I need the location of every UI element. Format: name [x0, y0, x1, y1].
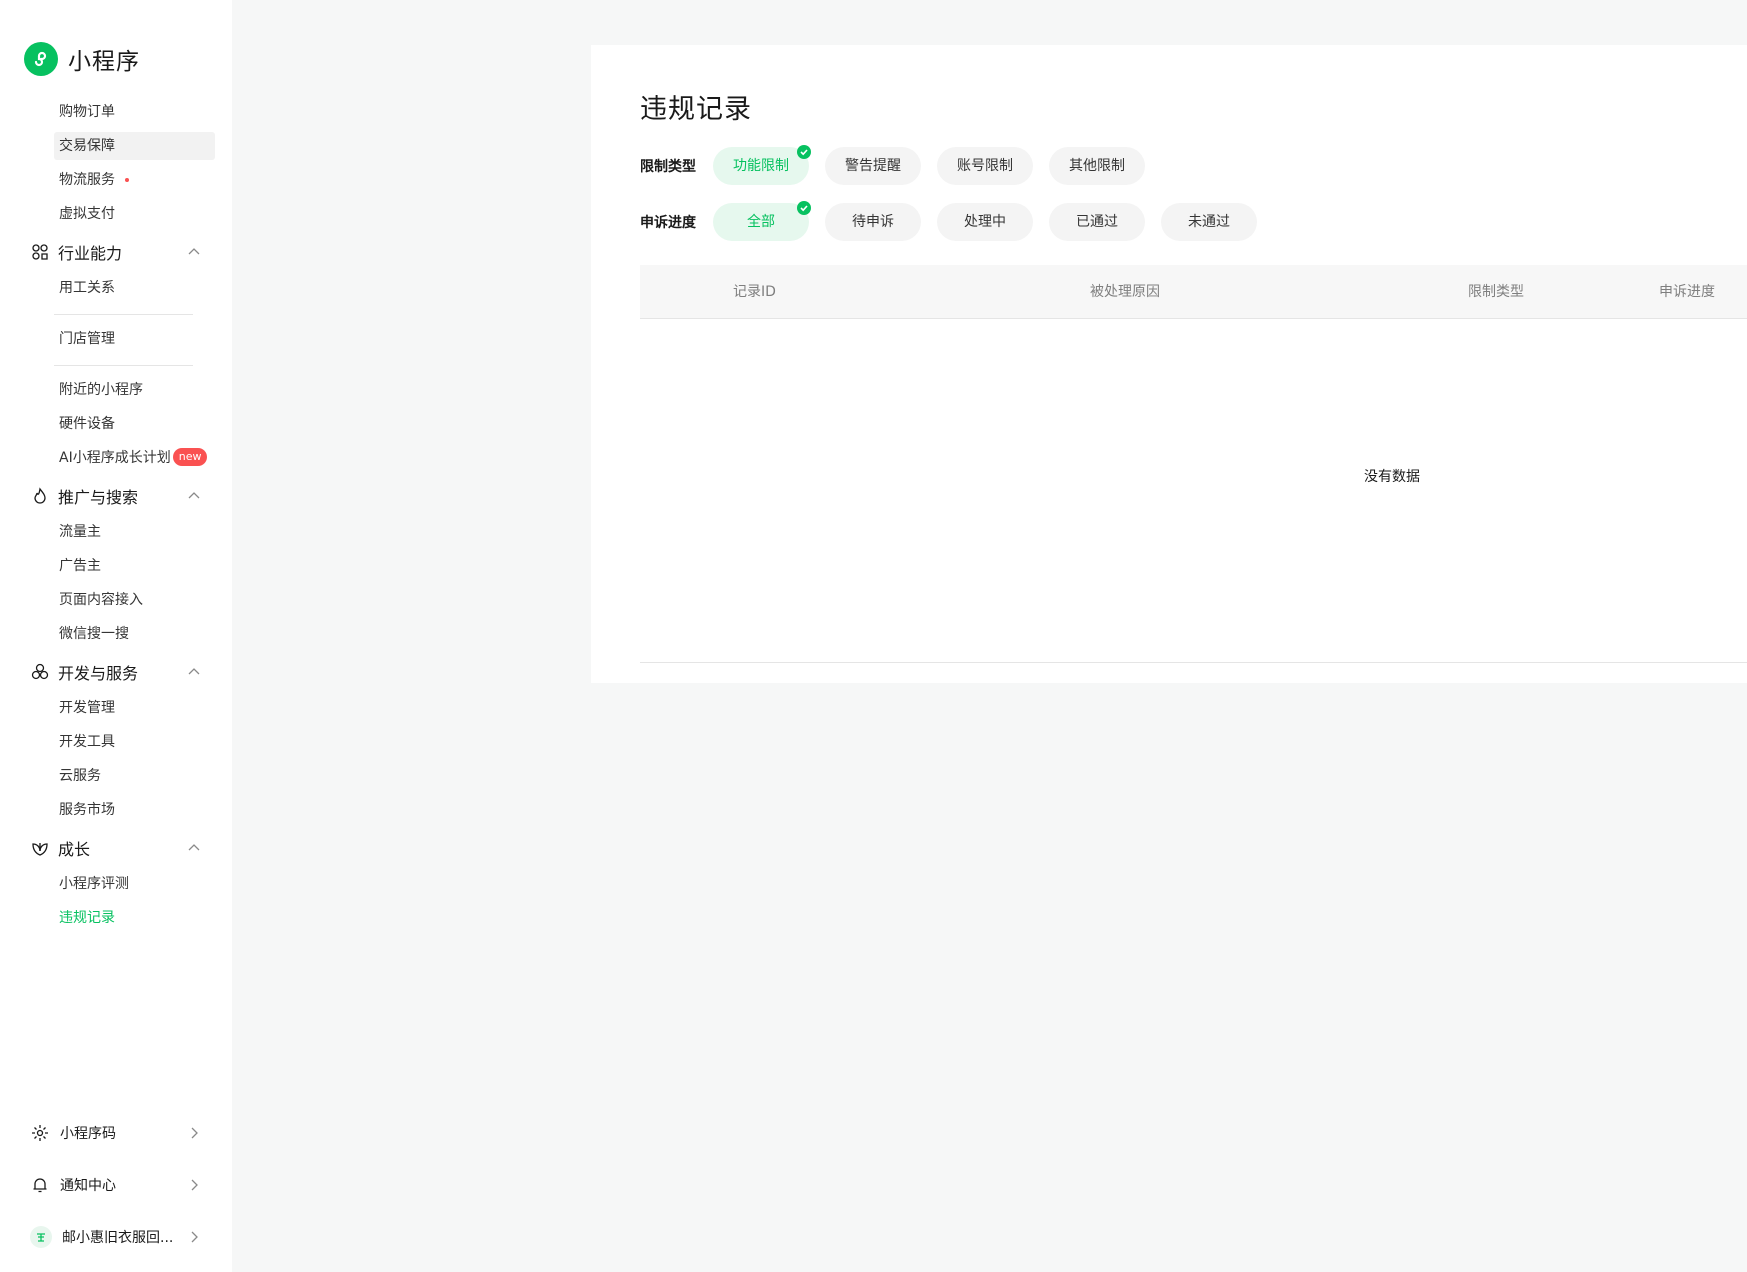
chip-other-limit[interactable]: 其他限制: [1049, 147, 1145, 185]
sidebar-group-label: 推广与搜索: [58, 488, 139, 507]
sidebar-item-label: AI小程序成长计划: [59, 450, 171, 466]
chip-label: 功能限制: [733, 158, 789, 174]
sidebar-item-label: 物流服务: [59, 172, 115, 188]
sidebar-item-employment[interactable]: 用工关系: [54, 274, 215, 302]
sidebar-item-evaluation[interactable]: 小程序评测: [54, 870, 215, 898]
new-badge: new: [172, 448, 208, 466]
industry-icon: [30, 242, 50, 262]
sidebar-item-violation-records[interactable]: 违规记录: [54, 904, 215, 932]
sidebar-item-trade-guarantee[interactable]: 交易保障: [54, 132, 215, 160]
sidebar-group-dev[interactable]: 开发与服务: [30, 657, 202, 687]
red-dot-indicator: [125, 178, 129, 182]
sidebar-item-traffic-owner[interactable]: 流量主: [54, 518, 215, 546]
chip-rejected[interactable]: 未通过: [1161, 203, 1257, 241]
dev-service-icon: [30, 662, 50, 682]
sidebar-item-dev-mgmt[interactable]: 开发管理: [54, 694, 215, 722]
divider: [54, 314, 193, 315]
chip-function-limit[interactable]: 功能限制: [713, 145, 811, 185]
sidebar-qrcode[interactable]: 小程序码: [30, 1118, 202, 1148]
sidebar-bottom-label: 邮小惠旧衣服回...: [62, 1230, 174, 1246]
divider: [54, 365, 193, 366]
column-header-limit-type: 限制类型: [1468, 284, 1524, 300]
chevron-right-icon: [186, 1229, 202, 1245]
sidebar-menu: 内容管理 购物订单 交易保障 物流服务 虚拟支付 行业能力 用工关系 门店管理 …: [0, 92, 232, 1052]
chip-all[interactable]: 全部: [713, 201, 811, 241]
chevron-up-icon: [186, 664, 202, 680]
column-header-appeal-progress: 申诉进度: [1659, 284, 1715, 300]
brand-name: 小程序: [68, 49, 140, 75]
sidebar-notifications[interactable]: 通知中心: [30, 1170, 202, 1200]
sidebar-item-dev-tools[interactable]: 开发工具: [54, 728, 215, 756]
chevron-up-icon: [186, 488, 202, 504]
sidebar-item-virtual-pay[interactable]: 虚拟支付: [54, 200, 215, 228]
chip-processing[interactable]: 处理中: [937, 203, 1033, 241]
sidebar-group-label: 成长: [58, 840, 91, 859]
bell-icon: [30, 1175, 50, 1195]
main-card: 违规记录 限制类型 功能限制 警告提醒 账号限制 其他限制 申诉进度 全部 待申…: [591, 45, 1747, 683]
sidebar-item-logistics[interactable]: 物流服务: [54, 166, 215, 194]
sidebar: 小程序 内容管理 购物订单 交易保障 物流服务 虚拟支付 行业能力 用工关系 门…: [0, 0, 232, 1272]
chip-passed[interactable]: 已通过: [1049, 203, 1145, 241]
sidebar-group-promo[interactable]: 推广与搜索: [30, 481, 202, 511]
sidebar-group-industry[interactable]: 行业能力: [30, 237, 202, 267]
empty-text: 没有数据: [1364, 469, 1420, 485]
column-header-reason: 被处理原因: [1090, 284, 1160, 300]
sidebar-bottom-label: 小程序码: [60, 1126, 116, 1142]
chip-label: 未通过: [1188, 214, 1230, 230]
chip-label: 账号限制: [957, 158, 1013, 174]
filter-row-progress: 申诉进度 全部 待申诉 处理中 已通过 未通过: [640, 201, 1273, 241]
sidebar-item-advertiser[interactable]: 广告主: [54, 552, 215, 580]
check-icon: [797, 201, 811, 215]
chip-label: 处理中: [964, 214, 1006, 230]
filter-row-type: 限制类型 功能限制 警告提醒 账号限制 其他限制: [640, 145, 1161, 185]
page-title: 违规记录: [640, 94, 752, 125]
sidebar-item-store-mgmt[interactable]: 门店管理: [54, 325, 215, 353]
table-empty-state: 没有数据: [640, 320, 1747, 663]
chip-pending[interactable]: 待申诉: [825, 203, 921, 241]
filter-label: 申诉进度: [640, 215, 696, 231]
sidebar-item-wechat-search[interactable]: 微信搜一搜: [54, 620, 215, 648]
sidebar-item-hardware[interactable]: 硬件设备: [54, 410, 215, 438]
brand[interactable]: 小程序: [24, 42, 140, 76]
filter-label: 限制类型: [640, 159, 696, 175]
table-header: 记录ID 被处理原因 限制类型 申诉进度: [640, 265, 1747, 319]
qrcode-icon: [30, 1123, 50, 1143]
chip-warning[interactable]: 警告提醒: [825, 147, 921, 185]
sidebar-group-label: 开发与服务: [58, 664, 139, 683]
chevron-right-icon: [186, 1177, 202, 1193]
sidebar-item-ai-growth[interactable]: AI小程序成长计划 new: [54, 444, 215, 472]
growth-icon: [30, 838, 50, 858]
sidebar-item-nearby[interactable]: 附近的小程序: [54, 376, 215, 404]
sidebar-group-growth[interactable]: 成长: [30, 833, 202, 863]
sidebar-item-shopping-orders[interactable]: 购物订单: [54, 98, 215, 126]
sidebar-group-label: 行业能力: [58, 244, 123, 263]
miniprogram-logo-icon: [24, 42, 58, 76]
chip-label: 已通过: [1076, 214, 1118, 230]
flame-icon: [30, 486, 50, 506]
chip-label: 待申诉: [852, 214, 894, 230]
chevron-right-icon: [186, 1125, 202, 1141]
chip-label: 其他限制: [1069, 158, 1125, 174]
check-icon: [797, 145, 811, 159]
chevron-up-icon: [186, 840, 202, 856]
chip-label: 全部: [747, 214, 775, 230]
sidebar-bottom-label: 通知中心: [60, 1178, 116, 1194]
chip-account-limit[interactable]: 账号限制: [937, 147, 1033, 185]
sidebar-item-cloud[interactable]: 云服务: [54, 762, 215, 790]
sidebar-item-market[interactable]: 服务市场: [54, 796, 215, 824]
sidebar-account[interactable]: 邮小惠旧衣服回...: [30, 1222, 202, 1252]
sidebar-item-page-content[interactable]: 页面内容接入: [54, 586, 215, 614]
chevron-up-icon: [186, 244, 202, 260]
column-header-record-id: 记录ID: [733, 284, 776, 300]
account-avatar: [30, 1226, 52, 1248]
chip-label: 警告提醒: [845, 158, 901, 174]
